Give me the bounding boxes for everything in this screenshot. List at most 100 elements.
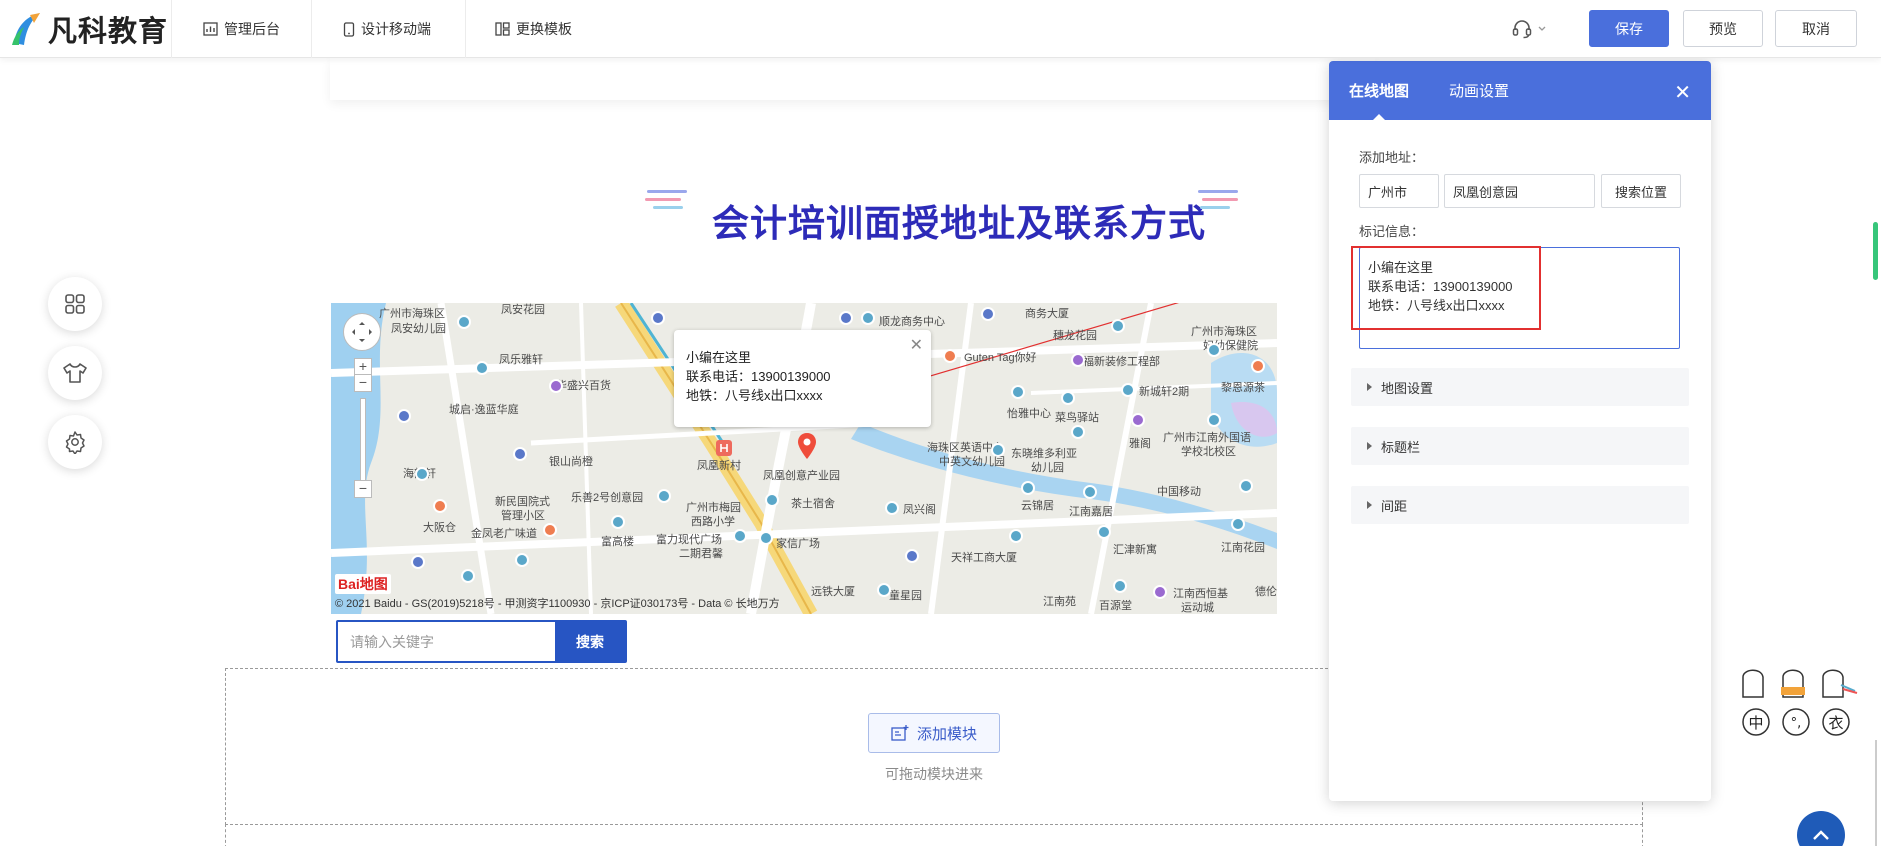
add-address-label: 添加地址： (1359, 150, 1425, 165)
highlight-box (1351, 246, 1541, 330)
poi-icon (1097, 525, 1111, 539)
close-icon[interactable]: ✕ (910, 336, 923, 355)
tab-online-map[interactable]: 在线地图 (1349, 61, 1409, 120)
poi-icon (733, 529, 747, 543)
map-pin-icon[interactable] (797, 433, 817, 459)
zoom-bar-handle[interactable]: − (354, 374, 372, 392)
mascot-char: 中 (1748, 714, 1763, 732)
nav-admin-label: 管理后台 (224, 21, 280, 37)
back-to-top-button[interactable] (1797, 811, 1845, 846)
map-label: 幼儿园 (1031, 462, 1064, 474)
add-module-icon (891, 725, 909, 741)
section-title[interactable]: 会计培训面授地址及联系方式 (712, 193, 1206, 247)
online-map[interactable]: 广州市海珠区 凤安幼儿园 凤安花园 凤乐雅轩 华盛兴百货 城启·逸蓝华庭 银山尚… (331, 303, 1277, 614)
poi-icon (515, 553, 529, 567)
support-menu[interactable] (1511, 17, 1547, 39)
cancel-button[interactable]: 取消 (1775, 10, 1857, 47)
scrollbar-thumb[interactable] (1873, 222, 1878, 280)
map-label: 远铁大厦 (811, 586, 855, 598)
mascot-char: °, (1791, 716, 1802, 731)
map-label: 天祥工商大厦 (951, 552, 1017, 564)
poi-icon (943, 349, 957, 363)
accordion-map-settings[interactable]: 地图设置 (1351, 368, 1689, 406)
chart-icon (203, 22, 218, 36)
nav-mobile[interactable]: 设计移动端 (343, 0, 431, 58)
poi-icon (1009, 529, 1023, 543)
headset-icon (1512, 20, 1532, 39)
add-module-label: 添加模块 (916, 725, 977, 743)
mascot-char: 衣 (1828, 714, 1843, 732)
brand-logo[interactable]: 凡科教育 (10, 8, 168, 50)
poi-icon (657, 489, 671, 503)
map-label: 管理小区 (501, 510, 545, 522)
map-label: 德伦 (1255, 586, 1277, 598)
close-icon[interactable]: ✕ (1674, 80, 1691, 105)
mascot-widget[interactable]: 中 °, 衣 (1735, 665, 1865, 745)
map-label: 金凤老广味道 (471, 528, 537, 540)
city-field[interactable]: 广州市 (1359, 174, 1439, 208)
address-field[interactable]: 凤凰创意园 (1444, 174, 1595, 208)
settings-button[interactable] (48, 415, 102, 469)
chevron-up-icon (1813, 830, 1829, 840)
poi-icon (1207, 343, 1221, 357)
search-location-button[interactable]: 搜索位置 (1601, 174, 1681, 208)
poi-icon (1113, 579, 1127, 593)
panel-header: 在线地图 动画设置 ✕ (1329, 61, 1711, 120)
map-label: 黎恩源茶 (1221, 382, 1265, 394)
parking-icon (411, 555, 425, 569)
restaurant-marker-icon (716, 440, 732, 456)
map-pan-control[interactable] (343, 313, 381, 351)
map-label: 江南嘉居 (1069, 506, 1113, 518)
poi-icon (475, 361, 489, 375)
map-label: 顺龙商务中心 (879, 316, 945, 328)
map-label: 凤兴阁 (903, 504, 936, 516)
poi-icon (1011, 385, 1025, 399)
map-label: 雅阁 (1129, 438, 1151, 450)
map-label: 江南苑 (1043, 596, 1076, 608)
preview-button[interactable]: 预览 (1683, 10, 1763, 47)
tab-animation[interactable]: 动画设置 (1449, 61, 1509, 120)
zoom-out-button[interactable]: − (354, 480, 372, 498)
accordion-title-bar[interactable]: 标题栏 (1351, 427, 1689, 465)
map-label: 云锦居 (1021, 500, 1054, 512)
info-name: 小编在这里 (686, 350, 752, 365)
poi-icon (457, 315, 471, 329)
poi-icon (415, 467, 429, 481)
map-label: 西路小学 (691, 516, 735, 528)
map-label: 福新装修工程部 (1083, 356, 1160, 368)
baidu-map-logo[interactable]: Bai地图 (335, 574, 391, 594)
save-button[interactable]: 保存 (1589, 10, 1669, 47)
map-label: 新城轩2期 (1139, 386, 1190, 398)
nav-divider (311, 0, 312, 58)
map-settings-panel: 在线地图 动画设置 ✕ 添加地址： 广州市 凤凰创意园 搜索位置 标记信息： 小… (1329, 61, 1711, 801)
map-search-button[interactable]: 搜索 (555, 622, 625, 661)
add-module-button[interactable]: 添加模块 (868, 713, 1000, 753)
grid-icon (65, 294, 85, 314)
parking-icon (839, 311, 853, 325)
scrollbar-track[interactable] (1875, 740, 1877, 846)
module-drop-zone-next[interactable] (225, 824, 1643, 846)
previous-module[interactable] (330, 58, 1375, 100)
map-label: 凤安幼儿园 (391, 323, 446, 335)
poi-icon (1207, 413, 1221, 427)
map-label: Guten Tag你好 (964, 352, 1037, 364)
poi-icon (1083, 485, 1097, 499)
map-label: 凤安花园 (501, 304, 545, 316)
theme-button[interactable] (48, 346, 102, 400)
zoom-slider-track[interactable] (360, 398, 366, 488)
poi-icon (549, 379, 563, 393)
poi-icon (1153, 585, 1167, 599)
caret-right-icon (1367, 442, 1372, 450)
map-label: 运动城 (1181, 602, 1214, 614)
nav-template[interactable]: 更换模板 (495, 0, 572, 58)
poi-icon (1071, 353, 1085, 367)
poi-icon (877, 583, 891, 597)
map-label: 乐善2号创意园 (571, 492, 644, 504)
map-search-input[interactable]: 请输入关键字 (338, 622, 555, 661)
accordion-spacing[interactable]: 间距 (1351, 486, 1689, 524)
map-info-window: ✕ 小编在这里 联系电话：13900139000 地铁：八号线x出口xxxx (674, 330, 931, 427)
nav-divider (465, 0, 466, 58)
module-grid-button[interactable] (48, 277, 102, 331)
nav-admin[interactable]: 管理后台 (203, 0, 280, 58)
parking-icon (981, 307, 995, 321)
